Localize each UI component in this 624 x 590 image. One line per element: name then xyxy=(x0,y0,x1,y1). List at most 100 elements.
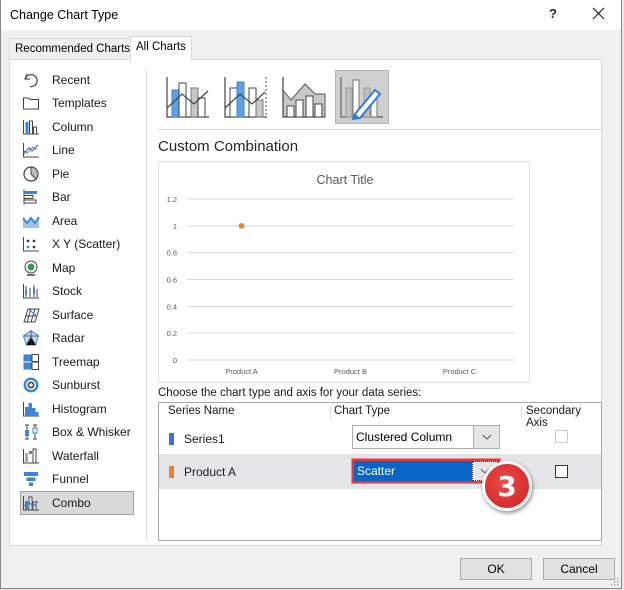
subtype-clustered-column-line-secondary-axis[interactable] xyxy=(219,70,273,124)
subtype-stacked-area-clustered-column[interactable] xyxy=(277,70,331,124)
chart-preview-svg: Chart Title 0 0.2 0.4 0.6 0.8 1 1.2 Product A P… xyxy=(167,173,514,376)
title-bar: Change Chart Type ? xyxy=(1,0,621,30)
sidebar-item-label: Histogram xyxy=(52,401,107,416)
sidebar-item-map[interactable]: Map xyxy=(13,256,137,280)
x-tick-label: Product A xyxy=(225,367,258,376)
x-tick-label: Product B xyxy=(334,367,367,376)
map-chart-icon xyxy=(22,259,40,277)
scatter-point xyxy=(238,223,245,229)
sidebar-item-histogram[interactable]: Histogram xyxy=(13,397,137,421)
clustered-column-line-icon xyxy=(166,77,209,118)
sidebar-item-label: Stock xyxy=(52,284,83,299)
chart-title: Chart Title xyxy=(317,173,374,187)
step-badge: 3 xyxy=(482,461,532,511)
series-name: Product A xyxy=(184,465,237,479)
series-prompt: Choose the chart type and axis for your … xyxy=(158,387,422,399)
chart-type-value: Scatter xyxy=(357,464,396,478)
combo-subtype-gallery xyxy=(161,70,389,124)
x-tick-label: Product C xyxy=(443,367,477,376)
resize-grip-icon[interactable] xyxy=(609,576,619,586)
sunburst-chart-icon xyxy=(22,376,40,394)
sidebar-item-label: Pie xyxy=(52,166,70,181)
y-tick-label: 1 xyxy=(173,222,177,231)
sidebar-item-line[interactable]: Line xyxy=(13,139,137,163)
sidebar-item-area[interactable]: Area xyxy=(13,209,137,233)
close-button[interactable] xyxy=(589,3,609,23)
close-icon xyxy=(592,7,605,20)
sidebar-item-stock[interactable]: Stock xyxy=(13,280,137,304)
sidebar-item-label: Waterfall xyxy=(52,448,99,463)
sidebar-item-funnel[interactable]: Funnel xyxy=(13,468,137,492)
sidebar-item-templates[interactable]: Templates xyxy=(13,92,137,116)
secondary-axis-checkbox[interactable] xyxy=(555,430,568,443)
ok-button[interactable]: OK xyxy=(460,558,532,580)
sidebar-item-surface[interactable]: Surface xyxy=(13,303,137,327)
series-color-swatch xyxy=(169,433,174,445)
sidebar-item-label: Combo xyxy=(52,495,91,510)
tab-recommended-charts[interactable]: Recommended Charts xyxy=(9,38,137,60)
chart-type-dropdown[interactable]: Clustered Column xyxy=(352,425,500,449)
header-separator xyxy=(330,406,331,420)
sidebar-divider xyxy=(146,70,147,540)
sidebar-item-box-whisker[interactable]: Box & Whisker xyxy=(13,421,137,445)
sidebar-item-combo[interactable]: Combo xyxy=(20,491,134,515)
sidebar-item-waterfall[interactable]: Waterfall xyxy=(13,444,137,468)
line-chart-icon xyxy=(22,141,40,159)
waterfall-chart-icon xyxy=(22,447,40,465)
dropdown-arrow[interactable] xyxy=(473,426,499,448)
chart-type-dropdown[interactable]: Scatter xyxy=(352,459,500,483)
bar-chart-icon xyxy=(22,188,40,206)
chart-preview: Chart Title 0 0.2 0.4 0.6 0.8 1 1.2 Product A P… xyxy=(158,161,530,383)
sidebar-item-column[interactable]: Column xyxy=(13,115,137,139)
sidebar-item-recent[interactable]: Recent xyxy=(13,68,137,92)
sidebar-item-treemap[interactable]: Treemap xyxy=(13,350,137,374)
stock-chart-icon xyxy=(22,282,40,300)
y-tick-label: 0.2 xyxy=(167,329,177,338)
sidebar-item-xy-scatter[interactable]: X Y (Scatter) xyxy=(13,233,137,257)
surface-chart-icon xyxy=(22,306,40,324)
series-color-swatch xyxy=(169,466,174,478)
sidebar-item-label: Map xyxy=(52,260,76,275)
treemap-chart-icon xyxy=(22,353,40,371)
chart-type-value: Clustered Column xyxy=(356,430,453,444)
y-tick-label: 0.8 xyxy=(167,249,177,258)
funnel-chart-icon xyxy=(22,470,40,488)
box-whisker-chart-icon xyxy=(22,423,40,441)
y-tick-label: 0.6 xyxy=(167,276,177,285)
tab-all-charts[interactable]: All Charts xyxy=(130,36,192,61)
table-row[interactable]: Series1 Clustered Column xyxy=(159,422,601,457)
scatter-chart-icon xyxy=(22,235,40,253)
stacked-area-column-icon xyxy=(282,77,326,118)
gallery-divider xyxy=(158,129,602,130)
chart-type-sidebar: Recent Templates Column Line Pie Bar Are… xyxy=(13,68,137,515)
sidebar-item-label: Templates xyxy=(52,96,107,111)
sidebar-item-radar[interactable]: Radar xyxy=(13,327,137,351)
y-tick-label: 0 xyxy=(173,356,177,365)
column-header-chart-type: Chart Type xyxy=(334,405,391,417)
clustered-column-line-secondary-icon xyxy=(224,77,267,118)
dialog-title: Change Chart Type xyxy=(10,8,119,22)
sidebar-item-label: Bar xyxy=(52,190,71,205)
subtype-clustered-column-line[interactable] xyxy=(161,70,215,124)
chevron-down-icon xyxy=(482,434,491,440)
y-tick-label: 0.4 xyxy=(167,302,177,311)
sidebar-item-sunburst[interactable]: Sunburst xyxy=(13,374,137,398)
sidebar-item-pie[interactable]: Pie xyxy=(13,162,137,186)
combo-chart-icon xyxy=(22,494,40,512)
secondary-axis-checkbox[interactable] xyxy=(555,465,568,478)
sidebar-item-label: Surface xyxy=(52,307,94,322)
sidebar-item-label: Funnel xyxy=(52,472,89,487)
radar-chart-icon xyxy=(22,329,40,347)
subtype-custom-combination[interactable] xyxy=(335,70,389,124)
series-table: Series Name Chart Type Secondary Axis Se… xyxy=(158,402,602,541)
pie-chart-icon xyxy=(22,165,40,183)
cancel-button[interactable]: Cancel xyxy=(543,558,615,580)
table-row[interactable]: Product A Scatter xyxy=(159,454,601,489)
sidebar-item-label: Column xyxy=(52,119,94,134)
y-tick-label: 1.2 xyxy=(167,195,177,204)
sidebar-item-label: Radar xyxy=(52,331,85,346)
sidebar-item-bar[interactable]: Bar xyxy=(13,186,137,210)
change-chart-type-dialog: Change Chart Type ? Recommended Charts A… xyxy=(0,0,622,589)
help-button[interactable]: ? xyxy=(549,6,557,21)
custom-combination-pencil-icon xyxy=(340,77,383,120)
